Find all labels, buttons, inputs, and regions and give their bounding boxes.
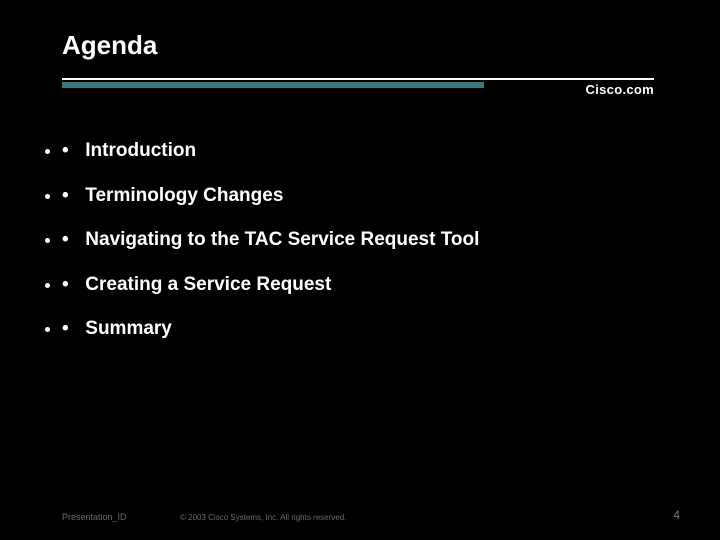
bullet-text: Summary bbox=[85, 318, 172, 339]
footer: Presentation_ID © 2003 Cisco Systems, In… bbox=[0, 502, 720, 522]
footer-page-number: 4 bbox=[673, 508, 680, 522]
bullet-text: Creating a Service Request bbox=[85, 274, 331, 295]
bullet-dot-icon: • bbox=[62, 138, 80, 165]
footer-copyright: © 2003 Cisco Systems, Inc. All rights re… bbox=[180, 513, 346, 522]
divider-line bbox=[62, 78, 654, 80]
bullet-dot-icon: • bbox=[62, 272, 80, 299]
bullet-dot-icon: • bbox=[62, 183, 80, 210]
list-item: • Terminology Changes bbox=[62, 183, 662, 210]
divider-accent bbox=[62, 82, 484, 88]
bullet-text: Navigating to the TAC Service Request To… bbox=[85, 229, 479, 250]
slide-title: Agenda bbox=[62, 30, 157, 61]
list-item: • Summary bbox=[62, 316, 662, 343]
bullet-list: • Introduction • Terminology Changes • N… bbox=[62, 138, 662, 361]
footer-presentation-id: Presentation_ID bbox=[62, 512, 127, 522]
list-item: • Introduction bbox=[62, 138, 662, 165]
bullet-text: Introduction bbox=[85, 140, 196, 161]
bullet-text: Terminology Changes bbox=[85, 185, 283, 206]
bullet-dot-icon: • bbox=[62, 316, 80, 343]
brand-label: Cisco.com bbox=[586, 82, 654, 97]
list-item: • Navigating to the TAC Service Request … bbox=[62, 227, 662, 254]
bullet-dot-icon: • bbox=[62, 227, 80, 254]
list-item: • Creating a Service Request bbox=[62, 272, 662, 299]
slide: Agenda Cisco.com • Introduction • Termin… bbox=[0, 0, 720, 540]
